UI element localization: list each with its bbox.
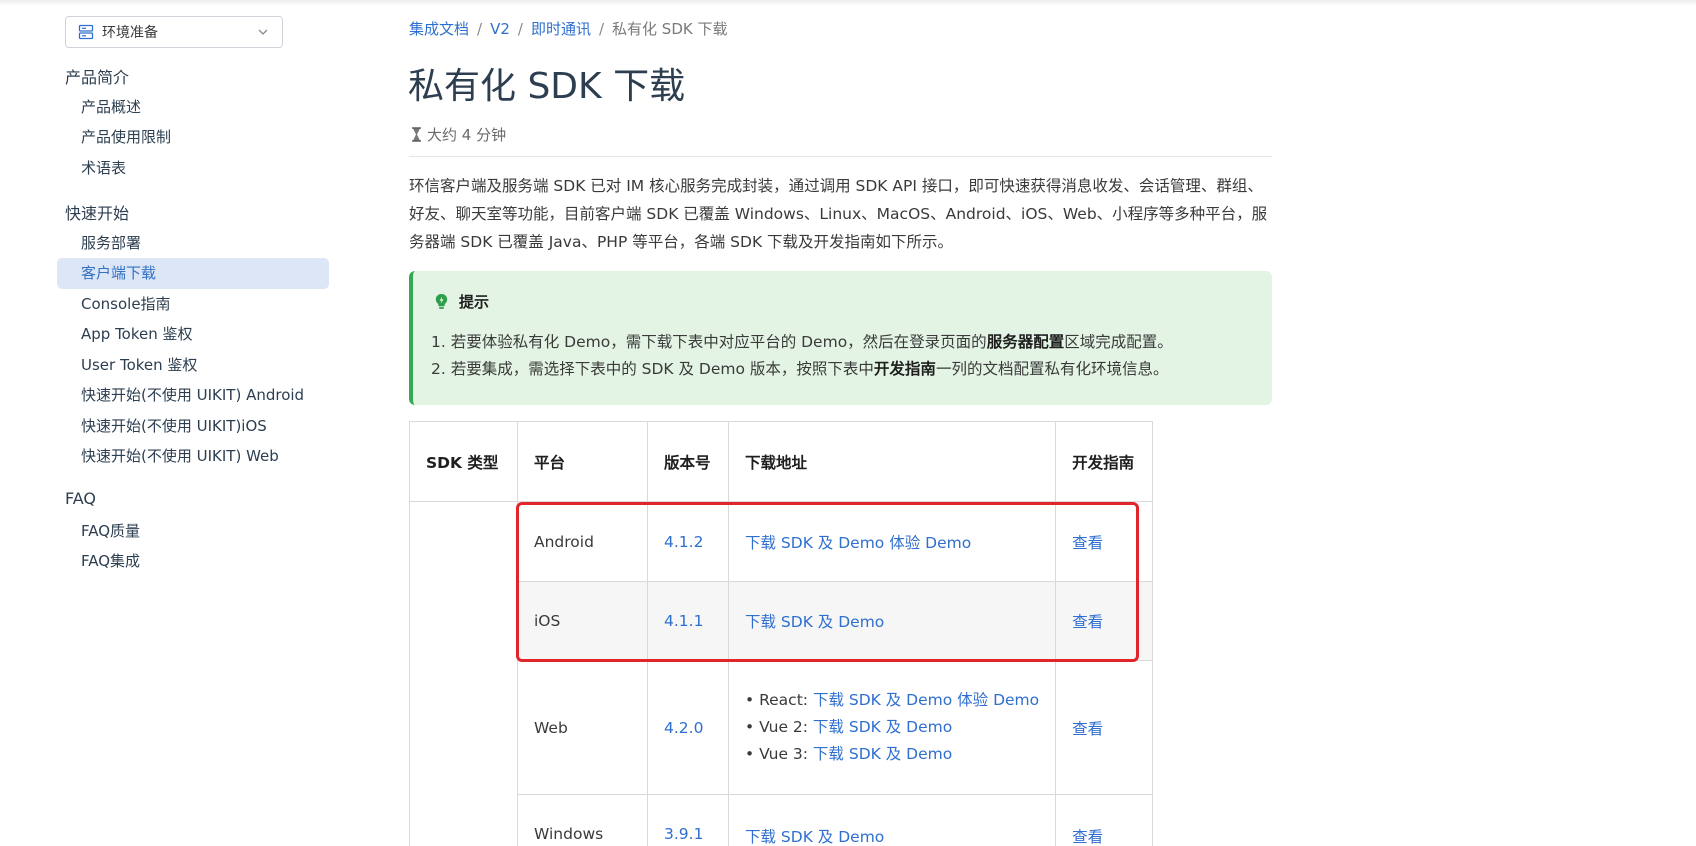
header-platform: 平台 [517, 421, 648, 502]
section-title-quickstart[interactable]: 快速开始 [65, 200, 129, 224]
sidebar-item-overview[interactable]: 产品概述 [57, 92, 329, 123]
tip-list: 1. 若要体验私有化 Demo，需下载下表中对应平台的 Demo，然后在登录页面… [431, 329, 1254, 383]
web-vue3-line: • Vue 3: 下载 SDK 及 Demo [745, 741, 1039, 768]
breadcrumb-separator: / [517, 20, 523, 38]
platform-cell: Web [517, 660, 648, 795]
sidebar-item-quickstart-web[interactable]: 快速开始(不使用 UIKIT) Web [57, 441, 329, 472]
sidebar: 环境准备 产品简介 产品概述 产品使用限制 术语表 快速开始 服务部署 客户端下… [0, 0, 340, 846]
environment-select-label: 环境准备 [102, 25, 158, 41]
platform-cell: Windows [517, 794, 648, 846]
lightbulb-icon [435, 294, 448, 309]
version-link[interactable]: 4.1.2 [664, 533, 703, 551]
breadcrumb-current: 私有化 SDK 下载 [612, 20, 728, 38]
section-title-intro[interactable]: 产品简介 [65, 64, 129, 88]
sidebar-item-user-token[interactable]: User Token 鉴权 [57, 350, 329, 381]
table-row-ios: iOS 4.1.1 下载 SDK 及 Demo 查看 [410, 581, 1154, 661]
breadcrumb: 集成文档 / V2 / 即时通讯 / 私有化 SDK 下载 [409, 18, 727, 39]
platform-cell: iOS [517, 581, 648, 661]
hourglass-icon [412, 127, 421, 142]
vue2-label: • Vue 2: [745, 718, 813, 736]
guide-cell: 查看 [1055, 660, 1154, 795]
vue3-download-link[interactable]: 下载 SDK 及 Demo [813, 745, 952, 763]
sidebar-item-faq-integration[interactable]: FAQ集成 [57, 546, 329, 577]
divider [409, 156, 1272, 157]
sidebar-item-quickstart-ios[interactable]: 快速开始(不使用 UIKIT)iOS [57, 411, 329, 442]
environment-select[interactable]: 环境准备 [65, 16, 283, 48]
react-demo-link[interactable]: 体验 Demo [957, 691, 1039, 709]
version-cell: 4.1.1 [647, 581, 729, 661]
tip-item-2: 2. 若要集成，需选择下表中的 SDK 及 Demo 版本，按照下表中开发指南一… [431, 356, 1254, 383]
react-label: • React: [745, 691, 813, 709]
version-cell: 4.1.2 [647, 501, 729, 582]
sidebar-item-faq-quality[interactable]: FAQ质量 [57, 516, 329, 547]
download-sdk-link[interactable]: 下载 SDK 及 Demo [745, 534, 884, 552]
intro-paragraph: 环信客户端及服务端 SDK 已对 IM 核心服务完成封装，通过调用 SDK AP… [409, 177, 1268, 251]
header-sdk-type: SDK 类型 [409, 421, 518, 502]
web-react-line: • React: 下载 SDK 及 Demo 体验 Demo [745, 687, 1039, 714]
version-link[interactable]: 4.2.0 [664, 719, 703, 737]
download-sdk-link[interactable]: 下载 SDK 及 Demo [745, 828, 884, 846]
guide-cell: 查看 [1055, 501, 1154, 582]
tip-item-1-bold: 服务器配置 [986, 333, 1065, 351]
tip-item-1-text-end: 区域完成配置。 [1064, 333, 1173, 351]
download-cell: • React: 下载 SDK 及 Demo 体验 Demo • Vue 2: … [727, 660, 1057, 795]
chevron-down-icon [258, 29, 268, 35]
sidebar-item-client-download[interactable]: 客户端下载 [57, 258, 329, 289]
breadcrumb-link-v2[interactable]: V2 [490, 20, 510, 38]
server-icon [78, 24, 94, 40]
header-download: 下载地址 [727, 421, 1057, 502]
sidebar-item-glossary[interactable]: 术语表 [57, 153, 329, 184]
version-link[interactable]: 4.1.1 [664, 612, 703, 630]
tip-item-2-bold: 开发指南 [873, 360, 936, 378]
sidebar-item-console-guide[interactable]: Console指南 [57, 289, 329, 320]
guide-cell: 查看 [1055, 794, 1154, 846]
tip-item-1-text: 1. 若要体验私有化 Demo，需下载下表中对应平台的 Demo，然后在登录页面… [431, 333, 987, 351]
read-time-text: 大约 4 分钟 [427, 126, 507, 144]
tip-box: 提示 1. 若要体验私有化 Demo，需下载下表中对应平台的 Demo，然后在登… [409, 271, 1272, 405]
tip-header: 提示 [433, 291, 1254, 312]
tip-item-1: 1. 若要体验私有化 Demo，需下载下表中对应平台的 Demo，然后在登录页面… [431, 329, 1254, 356]
version-link[interactable]: 3.9.1 [664, 825, 703, 843]
breadcrumb-link-docs[interactable]: 集成文档 [409, 20, 469, 38]
tip-item-2-text-end: 一列的文档配置私有化环境信息。 [935, 360, 1169, 378]
sidebar-item-limits[interactable]: 产品使用限制 [57, 122, 329, 153]
guide-link[interactable]: 查看 [1072, 613, 1103, 631]
sidebar-item-app-token[interactable]: App Token 鉴权 [57, 319, 329, 350]
tip-title: 提示 [459, 293, 490, 311]
platform-cell: Android [517, 501, 648, 582]
react-download-link[interactable]: 下载 SDK 及 Demo [813, 691, 952, 709]
download-cell: 下载 SDK 及 Demo [727, 794, 1057, 846]
table-header-row: SDK 类型 平台 版本号 下载地址 开发指南 [409, 421, 1154, 502]
guide-link[interactable]: 查看 [1072, 720, 1103, 738]
web-vue2-line: • Vue 2: 下载 SDK 及 Demo [745, 714, 1039, 741]
breadcrumb-separator: / [477, 20, 483, 38]
breadcrumb-link-im[interactable]: 即时通讯 [531, 20, 591, 38]
table-row-windows: Windows 3.9.1 下载 SDK 及 Demo 查看 [410, 794, 1154, 846]
header-guide: 开发指南 [1055, 421, 1154, 502]
page-title: 私有化 SDK 下载 [408, 66, 686, 107]
version-cell: 3.9.1 [647, 794, 729, 846]
sidebar-item-deploy[interactable]: 服务部署 [57, 228, 329, 259]
demo-link[interactable]: 体验 Demo [889, 534, 971, 552]
download-cell: 下载 SDK 及 Demo [727, 581, 1057, 661]
guide-link[interactable]: 查看 [1072, 828, 1103, 846]
vue2-download-link[interactable]: 下载 SDK 及 Demo [813, 718, 952, 736]
sdk-table: SDK 类型 平台 版本号 下载地址 开发指南 Android 4.1.2 下载… [409, 421, 1154, 846]
download-sdk-link[interactable]: 下载 SDK 及 Demo [745, 613, 884, 631]
sdk-type-cell [409, 501, 518, 846]
download-cell: 下载 SDK 及 Demo 体验 Demo [727, 501, 1057, 582]
section-title-faq[interactable]: FAQ [65, 489, 96, 508]
sidebar-item-quickstart-android[interactable]: 快速开始(不使用 UIKIT) Android [57, 380, 329, 411]
guide-cell: 查看 [1055, 581, 1154, 661]
vue3-label: • Vue 3: [745, 745, 813, 763]
header-version: 版本号 [647, 421, 729, 502]
version-cell: 4.2.0 [647, 660, 729, 795]
tip-item-2-text: 2. 若要集成，需选择下表中的 SDK 及 Demo 版本，按照下表中 [431, 360, 874, 378]
table-row-android: Android 4.1.2 下载 SDK 及 Demo 体验 Demo 查看 [409, 501, 1154, 846]
read-time: 大约 4 分钟 [410, 124, 506, 145]
guide-link[interactable]: 查看 [1072, 534, 1103, 552]
table-row-web: Web 4.2.0 • React: 下载 SDK 及 Demo 体验 Demo… [410, 660, 1154, 795]
breadcrumb-separator: / [598, 20, 605, 38]
